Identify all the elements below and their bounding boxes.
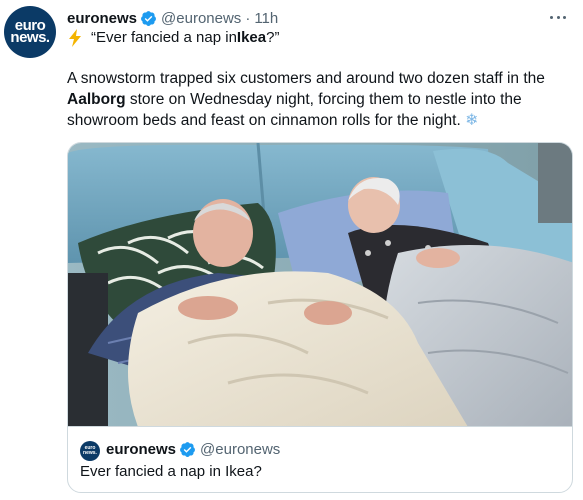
headline-text-start: “Ever fancied a nap in xyxy=(91,29,237,46)
lightning-bolt-icon xyxy=(69,29,81,47)
author-name[interactable]: euronews xyxy=(67,10,137,27)
quoted-verified-badge-icon xyxy=(180,442,195,457)
tweet-photo[interactable] xyxy=(67,142,573,426)
quoted-avatar-line2: news. xyxy=(83,450,97,456)
photo-illustration xyxy=(68,143,572,426)
tweet-timestamp[interactable]: 11h xyxy=(254,10,278,27)
body-text-part2: store on Wednesday night, forcing them t… xyxy=(67,91,522,129)
author-handle[interactable]: @euronews xyxy=(161,10,241,27)
quoted-header: euronews @euronews xyxy=(106,441,280,458)
body-text-part1: A snowstorm trapped six customers and ar… xyxy=(67,70,545,87)
body-bold-word: Aalborg xyxy=(67,91,126,108)
snowflake-icon: ❄ xyxy=(465,112,479,129)
quoted-author-name[interactable]: euronews xyxy=(106,441,176,458)
headline-bold-word: Ikea xyxy=(236,29,267,46)
euronews-avatar[interactable]: euro news. xyxy=(4,6,56,58)
verified-badge-icon xyxy=(141,10,156,26)
tweet-headline: “Ever fancied a nap in Ikea ?” xyxy=(67,28,279,48)
headline-text-end: ?” xyxy=(266,29,280,46)
tweet: euro news. euronews @euronews · 11h “Eve… xyxy=(0,0,583,500)
tweet-body: A snowstorm trapped six customers and ar… xyxy=(67,68,547,131)
quoted-text: Ever fancied a nap in Ikea? xyxy=(80,463,262,480)
more-options-icon[interactable] xyxy=(547,8,569,26)
avatar-logo-line2: news. xyxy=(10,29,50,46)
quoted-tweet[interactable]: euro news. euronews @euronews Ever fanci… xyxy=(67,426,573,493)
quoted-avatar[interactable]: euro news. xyxy=(80,441,100,461)
quoted-author-handle[interactable]: @euronews xyxy=(200,441,280,458)
tweet-header: euronews @euronews · 11h xyxy=(67,8,278,28)
header-separator: · xyxy=(245,9,251,27)
